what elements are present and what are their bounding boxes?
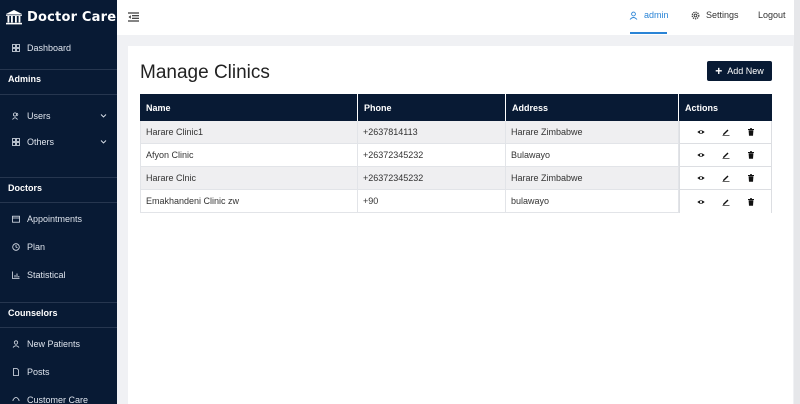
topbar: admin Settings Logout: [117, 0, 800, 35]
section-title-admins: Admins: [8, 74, 42, 84]
sidebar-item-label: New Patients: [27, 339, 81, 349]
sidebar-item-label: Statistical: [27, 270, 66, 280]
sidebar-item-users[interactable]: Users: [0, 106, 117, 126]
section-title-counselors: Counselors: [8, 308, 58, 318]
row-actions: [679, 144, 772, 167]
brand[interactable]: Doctor Care: [0, 0, 117, 35]
settings-link[interactable]: Settings: [691, 10, 739, 20]
sidebar-item-new-patients[interactable]: New Patients: [0, 334, 117, 354]
column-header-name: Name: [140, 94, 358, 121]
table-header: Name Phone Address Actions: [140, 94, 772, 121]
table-row: Afyon Clinic +26372345232 Bulawayo: [140, 144, 772, 167]
grid-icon: [12, 138, 20, 146]
divider: [0, 302, 117, 303]
row-actions: [679, 121, 772, 144]
admin-label: admin: [644, 10, 669, 20]
column-header-actions: Actions: [685, 102, 719, 113]
view-icon[interactable]: [696, 174, 705, 183]
edit-icon[interactable]: [721, 151, 730, 160]
divider: [0, 327, 117, 328]
section-title-doctors: Doctors: [8, 183, 43, 193]
menu-toggle-icon[interactable]: [128, 12, 139, 22]
sidebar-item-label: Users: [27, 111, 51, 121]
add-new-button[interactable]: + Add New: [707, 61, 772, 81]
sidebar-item-customer-care[interactable]: Customer Care: [0, 390, 117, 404]
table-row: Harare Clinic1 +2637814113 Harare Zimbab…: [140, 121, 772, 144]
user-icon: [12, 340, 20, 348]
hospital-icon: [5, 9, 23, 27]
user-icon: [629, 11, 638, 20]
admin-link[interactable]: admin: [629, 10, 669, 20]
cell-address: bulawayo: [506, 190, 679, 213]
headset-icon: [12, 396, 20, 404]
brand-name: Doctor Care: [27, 10, 117, 25]
sidebar-item-label: Plan: [27, 242, 46, 252]
cell-name: Afyon Clinic: [140, 144, 358, 167]
divider: [0, 177, 117, 178]
divider: [0, 94, 117, 95]
page-title: Manage Clinics: [140, 62, 270, 83]
users-icon: [12, 112, 20, 120]
sidebar-item-label: Posts: [27, 367, 50, 377]
table-row: Harare Clnic +26372345232 Harare Zimbabw…: [140, 167, 772, 190]
view-icon[interactable]: [696, 197, 705, 206]
calendar-icon: [12, 215, 20, 223]
edit-icon[interactable]: [721, 174, 730, 183]
plus-icon: +: [715, 63, 723, 78]
row-actions: [679, 167, 772, 190]
cell-phone: +26372345232: [358, 167, 506, 190]
sidebar-item-plan[interactable]: Plan: [0, 237, 117, 257]
active-indicator: [630, 32, 667, 34]
logout-link[interactable]: Logout: [758, 10, 786, 20]
settings-label: Settings: [706, 10, 739, 20]
delete-icon[interactable]: [746, 174, 755, 183]
cell-address: Harare Zimbabwe: [506, 167, 679, 190]
column-header-phone: Phone: [358, 94, 506, 121]
sidebar-item-posts[interactable]: Posts: [0, 362, 117, 382]
divider: [0, 69, 117, 70]
clock-icon: [12, 243, 20, 251]
table-row: Emakhandeni Clinic zw +90 bulawayo: [140, 190, 772, 213]
sidebar-item-label: Customer Care: [27, 395, 89, 404]
cell-phone: +2637814113: [358, 121, 506, 144]
delete-icon[interactable]: [746, 197, 755, 206]
cell-name: Emakhandeni Clinic zw: [140, 190, 358, 213]
view-icon[interactable]: [696, 151, 705, 160]
sidebar-item-label: Others: [27, 137, 55, 147]
bar-chart-icon: [12, 271, 20, 279]
column-header-address: Address: [506, 94, 679, 121]
cell-address: Harare Zimbabwe: [506, 121, 679, 144]
cell-phone: +90: [358, 190, 506, 213]
edit-icon[interactable]: [721, 197, 730, 206]
logout-label: Logout: [758, 10, 786, 20]
delete-icon[interactable]: [746, 151, 755, 160]
document-icon: [12, 368, 20, 376]
edit-icon[interactable]: [721, 128, 730, 137]
sidebar-item-appointments[interactable]: Appointments: [0, 209, 117, 229]
grid-icon: [12, 44, 20, 52]
divider: [0, 202, 117, 203]
delete-icon[interactable]: [746, 128, 755, 137]
sidebar-item-label: Appointments: [27, 214, 83, 224]
chevron-down-icon: [100, 140, 107, 144]
row-actions: [679, 190, 772, 213]
main-panel: Manage Clinics + Add New Name Phone Addr…: [128, 46, 793, 404]
gear-icon: [691, 11, 700, 19]
scrollbar[interactable]: [794, 0, 800, 404]
add-new-label: Add New: [727, 66, 764, 76]
cell-address: Bulawayo: [506, 144, 679, 167]
cell-name: Harare Clnic: [140, 167, 358, 190]
cell-name: Harare Clinic1: [140, 121, 358, 144]
sidebar-item-others[interactable]: Others: [0, 132, 117, 152]
chevron-down-icon: [100, 114, 107, 118]
sidebar-item-dashboard[interactable]: Dashboard: [0, 38, 117, 58]
sidebar-item-label: Dashboard: [27, 43, 72, 53]
cell-phone: +26372345232: [358, 144, 506, 167]
view-icon[interactable]: [696, 128, 705, 137]
sidebar-item-statistical[interactable]: Statistical: [0, 265, 117, 285]
sidebar: Doctor Care Dashboard Admins Users Other…: [0, 0, 117, 404]
